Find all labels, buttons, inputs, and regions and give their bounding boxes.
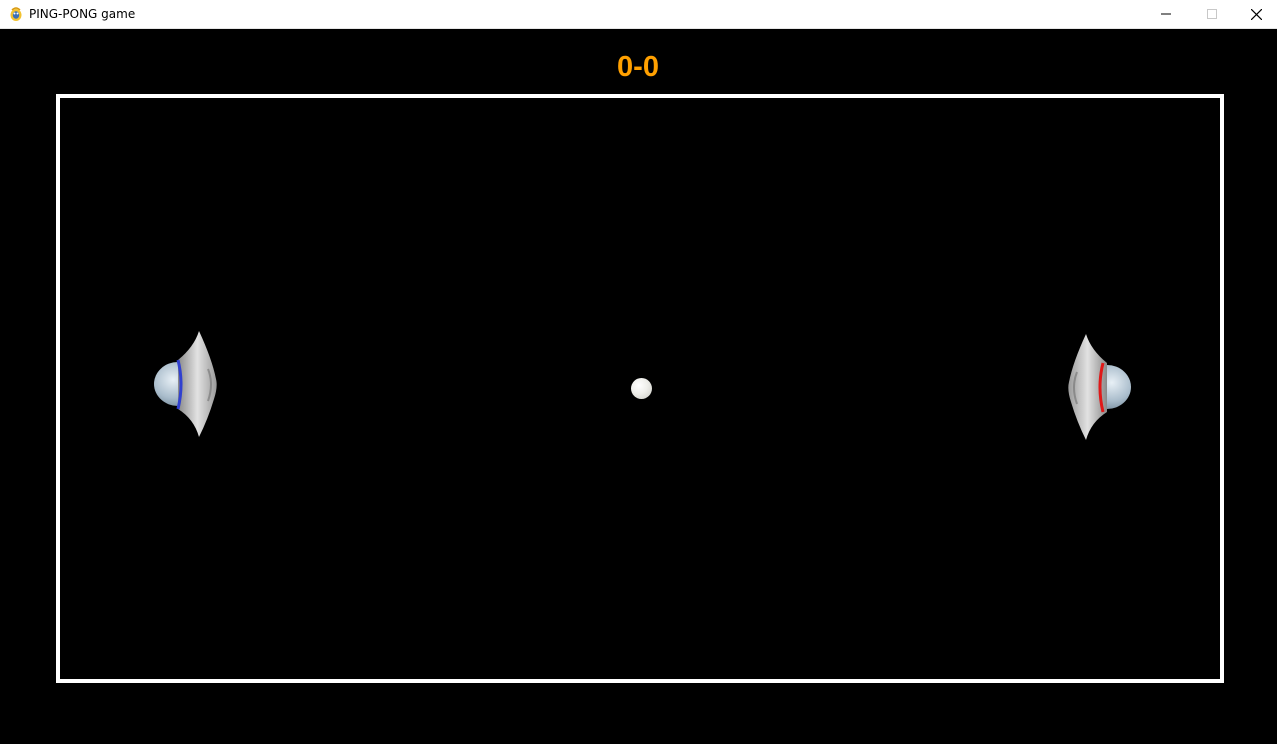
right-paddle-icon[interactable] (1065, 332, 1135, 444)
close-icon (1250, 8, 1262, 20)
close-button[interactable] (1233, 0, 1277, 28)
score-display: 0-0 (617, 51, 659, 83)
maximize-icon (1207, 9, 1217, 19)
minimize-icon (1161, 13, 1171, 15)
minimize-button[interactable] (1143, 0, 1189, 28)
game-canvas[interactable]: 0-0 (0, 29, 1277, 744)
maximize-button[interactable] (1189, 0, 1235, 28)
pygame-icon (10, 7, 22, 21)
window-title: PING-PONG game (29, 7, 136, 21)
ball-icon (631, 378, 652, 399)
window-titlebar[interactable]: PING-PONG game (0, 0, 1277, 29)
left-paddle-icon[interactable] (150, 329, 220, 441)
